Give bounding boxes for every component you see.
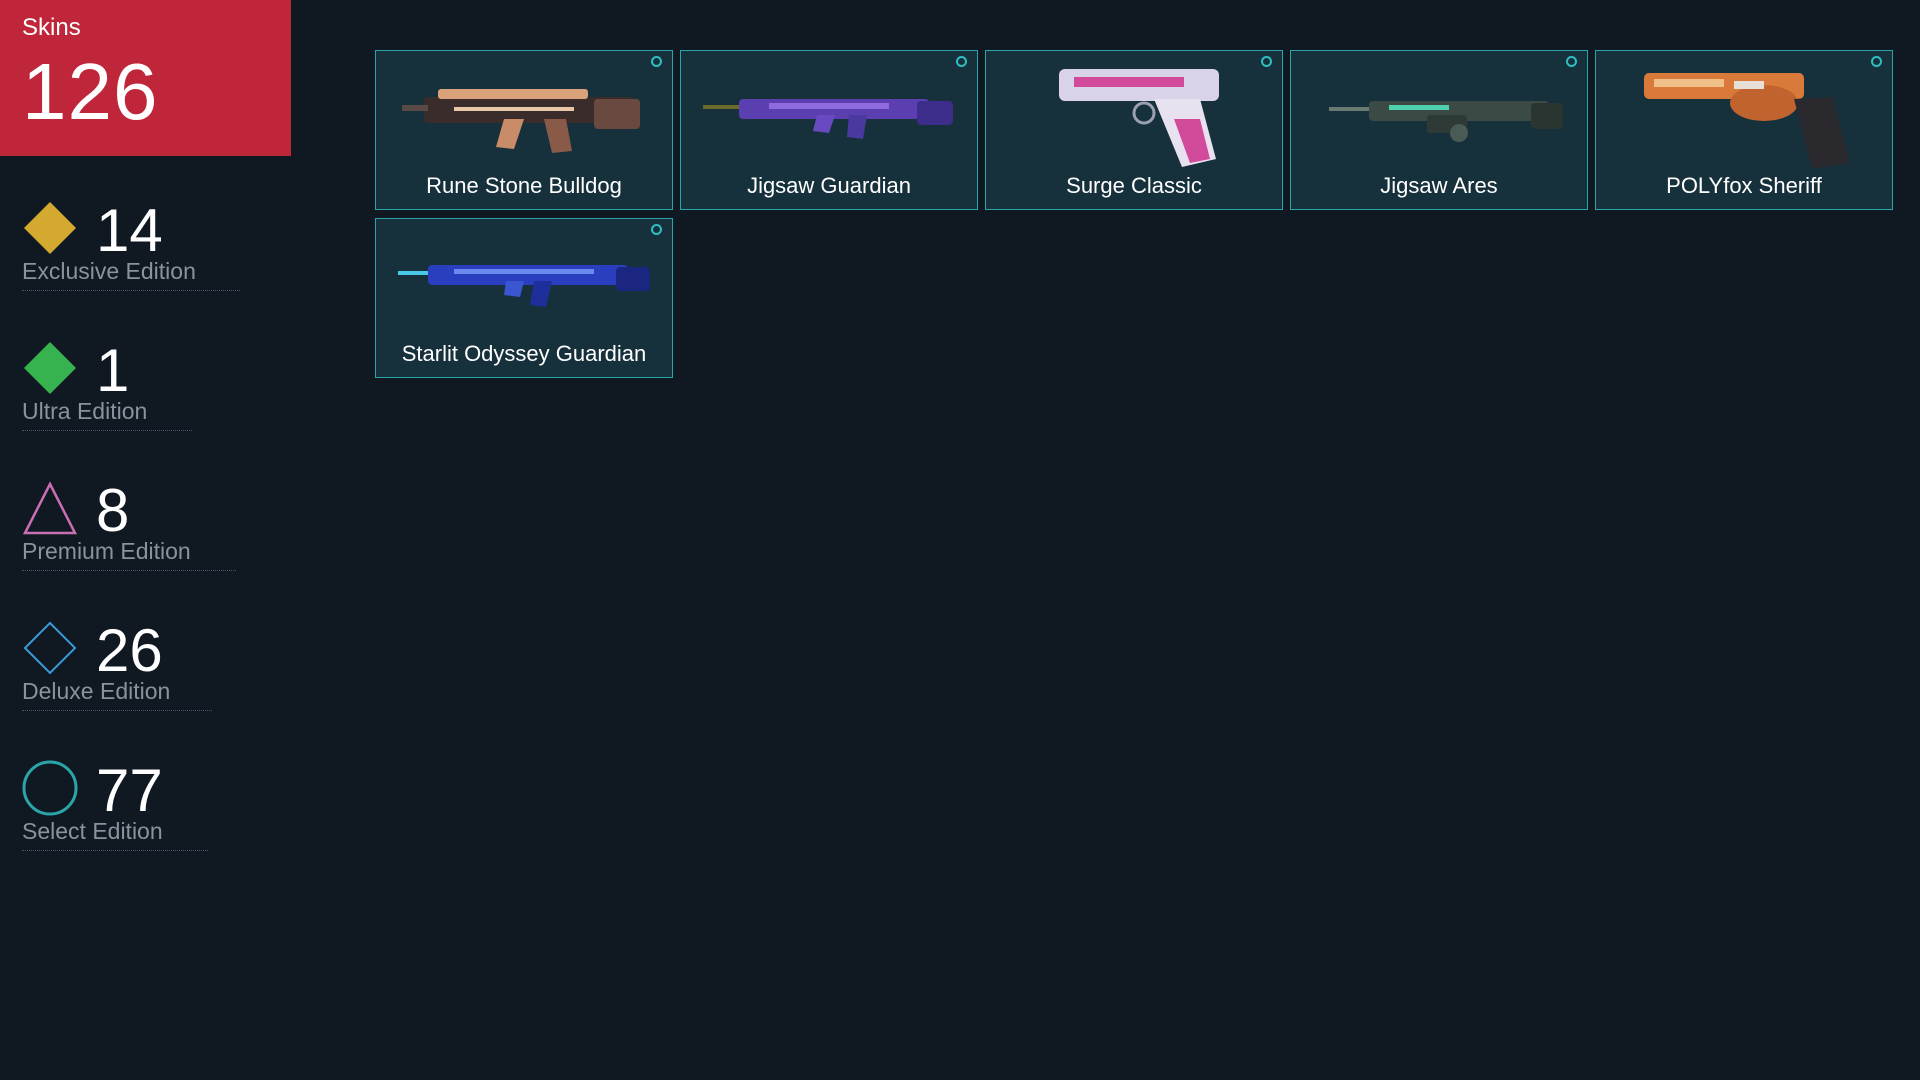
stat-count: 8	[96, 477, 130, 544]
blue-diamond-outline-icon	[23, 621, 77, 675]
pistol-classic-icon	[1059, 69, 1219, 167]
skin-card[interactable]: Surge Classic	[985, 50, 1283, 210]
stat-count: 26	[96, 617, 163, 684]
stat-divider	[22, 570, 236, 571]
machinegun-ares-icon	[1329, 101, 1563, 142]
stat-divider	[22, 430, 192, 431]
select-circle-icon	[651, 56, 662, 67]
stat-label: Select Edition	[22, 818, 163, 844]
rifle-bulldog-icon	[402, 89, 640, 153]
rifle-guardian-icon	[398, 265, 650, 307]
revolver-sheriff-icon	[1644, 73, 1850, 169]
teal-circle-outline-icon	[22, 760, 78, 816]
select-circle-icon	[1566, 56, 1577, 67]
select-circle-icon	[956, 56, 967, 67]
skins-title: Skins	[22, 14, 81, 41]
stat-count: 14	[96, 197, 163, 264]
select-circle-icon	[651, 224, 662, 235]
skin-name: POLYfox Sheriff	[1666, 173, 1822, 198]
skin-name: Jigsaw Guardian	[747, 173, 911, 198]
skins-total-count: 126	[22, 47, 159, 136]
rifle-guardian-icon	[703, 99, 953, 139]
skins-total-tile: Skins 126	[0, 0, 291, 156]
skin-card[interactable]: Jigsaw Guardian	[680, 50, 978, 210]
skin-card[interactable]: Jigsaw Ares	[1290, 50, 1588, 210]
stat-label: Premium Edition	[22, 538, 191, 564]
stat-label: Exclusive Edition	[22, 258, 196, 284]
stat-divider	[22, 290, 240, 291]
green-diamond-icon	[24, 342, 76, 394]
skin-card[interactable]: Starlit Odyssey Guardian	[375, 218, 673, 378]
stat-label: Deluxe Edition	[22, 678, 171, 704]
select-circle-icon	[1261, 56, 1272, 67]
stat-count: 77	[96, 757, 163, 824]
skin-name: Surge Classic	[1066, 173, 1202, 198]
skin-card[interactable]: POLYfox Sheriff	[1595, 50, 1893, 210]
stat-divider	[22, 850, 208, 851]
stat-divider	[22, 710, 212, 711]
stat-count: 1	[96, 337, 130, 404]
skin-name: Rune Stone Bulldog	[426, 173, 622, 198]
pink-triangle-icon	[22, 481, 78, 535]
select-circle-icon	[1871, 56, 1882, 67]
skin-name: Jigsaw Ares	[1380, 173, 1498, 198]
skin-card[interactable]: Rune Stone Bulldog	[375, 50, 673, 210]
skin-name: Starlit Odyssey Guardian	[401, 341, 647, 366]
gold-diamond-icon	[24, 202, 76, 254]
stat-label: Ultra Edition	[22, 398, 148, 424]
